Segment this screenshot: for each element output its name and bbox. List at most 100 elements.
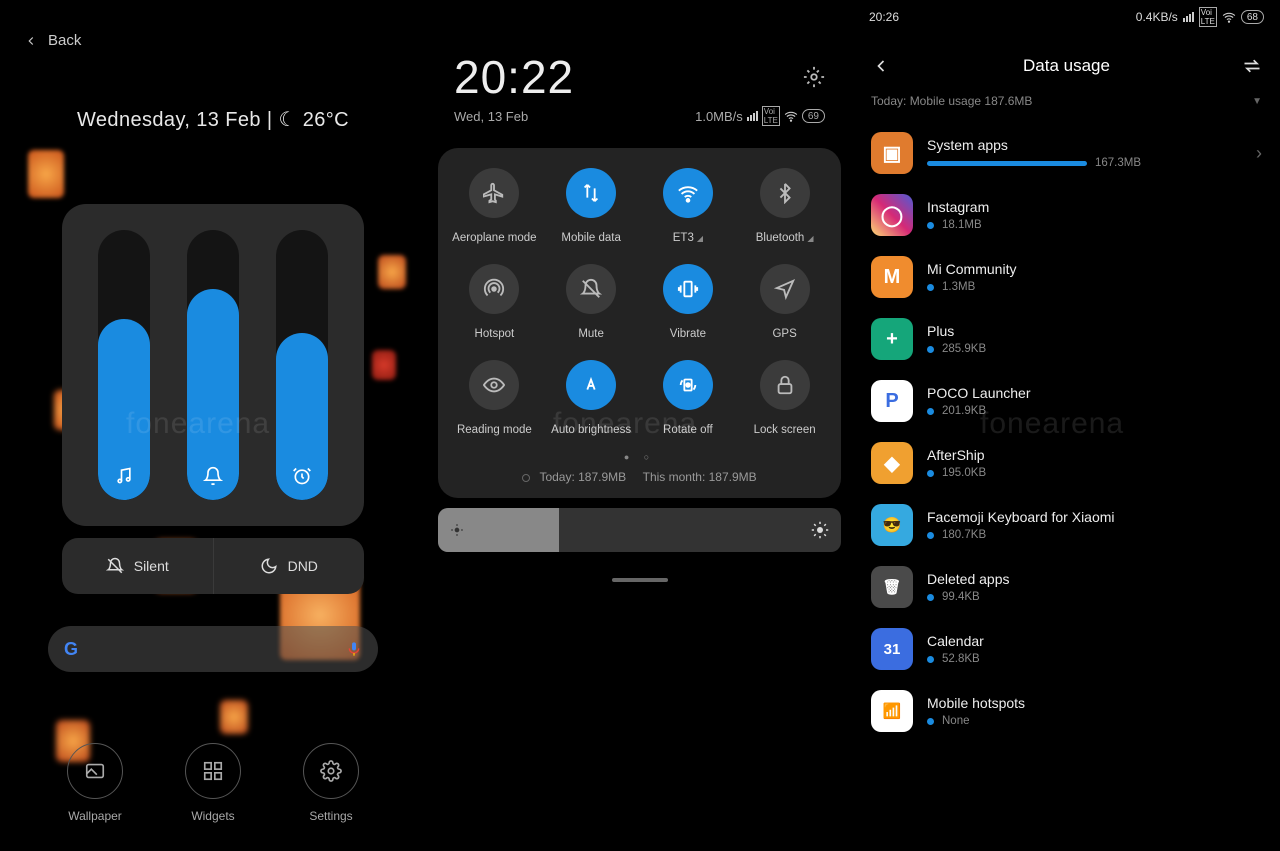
media-volume-slider[interactable] — [98, 230, 150, 500]
google-search-bar[interactable]: G — [48, 626, 378, 672]
app-row[interactable]: + Plus 285.9KB — [865, 308, 1268, 370]
qs-tile-rotate-off[interactable]: Rotate off — [644, 360, 733, 438]
app-icon: ◆ — [871, 442, 913, 484]
swap-icon[interactable] — [1242, 56, 1262, 76]
google-logo: G — [64, 639, 78, 660]
gear-icon[interactable] — [803, 66, 825, 88]
updown-icon — [566, 168, 616, 218]
app-row[interactable]: ◆ AfterShip 195.0KB — [865, 432, 1268, 494]
qs-tile-reading-mode[interactable]: Reading mode — [450, 360, 539, 438]
app-icon: + — [871, 318, 913, 360]
qs-tile-et3[interactable]: ET3◢ — [644, 168, 733, 246]
app-row[interactable]: ◯ Instagram 18.1MB — [865, 184, 1268, 246]
back-button[interactable]: Back — [0, 0, 426, 49]
app-row[interactable]: 31 Calendar 52.8KB — [865, 618, 1268, 680]
usage-today: Today: 187.9MB — [539, 470, 626, 484]
signal-icon — [1183, 12, 1194, 22]
app-name: System apps — [927, 137, 1242, 153]
bell-icon — [203, 466, 223, 486]
vibrate-icon — [663, 264, 713, 314]
back-icon[interactable] — [871, 56, 891, 76]
app-row[interactable]: 😎 Facemoji Keyboard for Xiaomi 180.7KB — [865, 494, 1268, 556]
mute-icon — [566, 264, 616, 314]
app-size: 99.4KB — [942, 591, 980, 603]
home-editor-panel: Back Wednesday, 13 Feb | ☾ 26°C — [0, 0, 426, 851]
qs-tile-mobile-data[interactable]: Mobile data — [547, 168, 636, 246]
editor-dock: Wallpaper Widgets Settings — [0, 743, 426, 823]
app-list[interactable]: ▣ System apps 167.3MB › ◯ Instagram 18.1… — [853, 118, 1280, 828]
app-icon: 📶 — [871, 690, 913, 732]
image-icon — [84, 760, 106, 782]
app-row[interactable]: ▣ System apps 167.3MB › — [865, 122, 1268, 184]
app-icon: 31 — [871, 628, 913, 670]
app-name: AfterShip — [927, 447, 1262, 463]
battery-icon: 68 — [1241, 10, 1264, 24]
alarm-volume-slider[interactable] — [276, 230, 328, 500]
weather-widget[interactable]: Wednesday, 13 Feb | ☾ 26°C — [0, 107, 426, 132]
dnd-button[interactable]: DND — [214, 538, 365, 594]
app-row[interactable]: M Mi Community 1.3MB — [865, 246, 1268, 308]
widgets-button[interactable]: Widgets — [185, 743, 241, 823]
qs-tile-label: Lock screen — [754, 424, 816, 436]
app-size: 180.7KB — [942, 529, 986, 541]
app-row[interactable]: 🗑 Deleted apps 99.4KB — [865, 556, 1268, 618]
app-icon: 🗑 — [871, 566, 913, 608]
silent-button[interactable]: Silent — [62, 538, 214, 594]
data-usage-summary[interactable]: Today: 187.9MB This month: 187.9MB — [450, 470, 829, 484]
qs-tile-label: GPS — [772, 328, 796, 340]
qs-tile-label: Hotspot — [475, 328, 515, 340]
qs-tile-label: Auto brightness — [551, 424, 631, 436]
volte-icon: VoiLTE — [1199, 7, 1217, 27]
silent-label: Silent — [134, 558, 169, 574]
qs-tile-hotspot[interactable]: Hotspot — [450, 264, 539, 342]
app-icon: P — [871, 380, 913, 422]
wallpaper-button[interactable]: Wallpaper — [67, 743, 123, 823]
dnd-label: DND — [288, 558, 318, 574]
qs-tile-label: Aeroplane mode — [452, 232, 536, 244]
qs-tile-lock-screen[interactable]: Lock screen — [740, 360, 829, 438]
mic-icon[interactable] — [346, 639, 362, 659]
drag-handle[interactable] — [612, 578, 668, 582]
brightness-high-icon — [811, 521, 829, 539]
app-size: 201.9KB — [942, 405, 986, 417]
qs-tile-vibrate[interactable]: Vibrate — [644, 264, 733, 342]
lock-icon — [760, 360, 810, 410]
signal-icon — [747, 111, 758, 121]
app-name: Calendar — [927, 633, 1262, 649]
wifi-icon — [663, 168, 713, 218]
eye-icon — [469, 360, 519, 410]
moon-icon — [260, 557, 278, 575]
qs-tile-label: Rotate off — [663, 424, 713, 436]
app-size: 285.9KB — [942, 343, 986, 355]
app-size: 52.8KB — [942, 653, 980, 665]
app-name: Instagram — [927, 199, 1262, 215]
app-name: Mobile hotspots — [927, 695, 1262, 711]
dock-label: Widgets — [185, 809, 241, 823]
app-size: None — [942, 715, 970, 727]
qs-tile-gps[interactable]: GPS — [740, 264, 829, 342]
qs-tile-bluetooth[interactable]: Bluetooth◢ — [740, 168, 829, 246]
qs-tile-mute[interactable]: Mute — [547, 264, 636, 342]
app-row[interactable]: P POCO Launcher 201.9KB — [865, 370, 1268, 432]
bluetooth-icon — [760, 168, 810, 218]
qs-tile-label: Reading mode — [457, 424, 532, 436]
lantern-decor — [220, 700, 248, 734]
dock-label: Settings — [303, 809, 359, 823]
usage-summary-row[interactable]: Today: Mobile usage 187.6MB ▼ — [853, 86, 1280, 118]
qs-tile-auto-brightness[interactable]: Auto brightness — [547, 360, 636, 438]
ring-volume-slider[interactable] — [187, 230, 239, 500]
app-size: 195.0KB — [942, 467, 986, 479]
app-name: Plus — [927, 323, 1262, 339]
settings-button[interactable]: Settings — [303, 743, 359, 823]
wifi-icon — [784, 109, 798, 123]
qs-tile-aeroplane-mode[interactable]: Aeroplane mode — [450, 168, 539, 246]
qs-tile-card: Aeroplane mode Mobile dataET3◢Bluetooth◢ H… — [438, 148, 841, 498]
brightness-slider[interactable] — [438, 508, 841, 552]
volte-icon: VoiLTE — [762, 106, 780, 126]
lantern-decor — [28, 150, 64, 198]
app-icon: ◯ — [871, 194, 913, 236]
battery-icon: 69 — [802, 109, 825, 123]
app-icon: M — [871, 256, 913, 298]
status-speed: 0.4KB/s — [1136, 10, 1178, 24]
app-row[interactable]: 📶 Mobile hotspots None — [865, 680, 1268, 742]
